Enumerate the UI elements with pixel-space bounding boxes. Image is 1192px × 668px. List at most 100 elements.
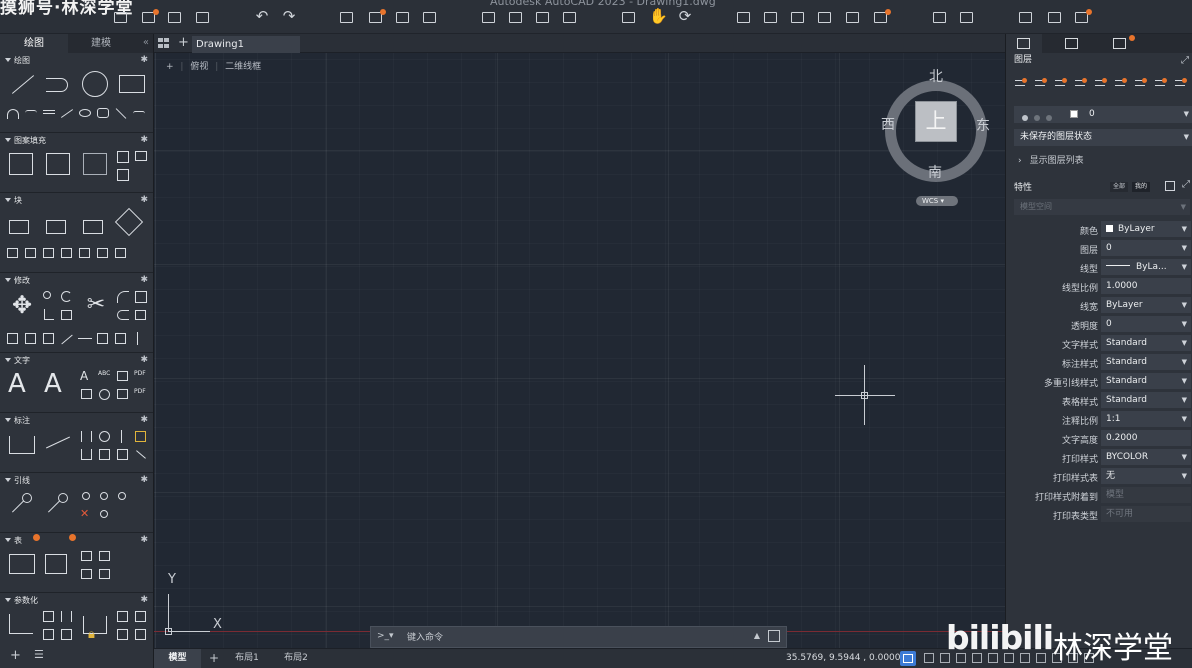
tab-modeling[interactable]: 建模	[68, 34, 134, 53]
tab-layers-icon[interactable]	[1006, 34, 1042, 53]
layer-tool-icon[interactable]	[736, 11, 752, 25]
layer-match-icon[interactable]	[1115, 78, 1127, 88]
block-tool-icon[interactable]	[763, 11, 779, 25]
leader-tool-4-icon[interactable]	[98, 508, 112, 522]
compass-south[interactable]: 南	[928, 162, 942, 182]
lock-icon[interactable]: 🔒︎	[88, 628, 102, 642]
fillet-icon[interactable]	[116, 290, 130, 304]
viewport-menu[interactable]: +	[166, 62, 174, 72]
block-tool-1-icon[interactable]	[6, 246, 20, 260]
param-tool-5-icon[interactable]	[42, 628, 56, 642]
share-icon[interactable]	[768, 630, 780, 642]
modify-tool-5-icon[interactable]	[78, 332, 92, 346]
orbit-icon[interactable]: ⟳	[677, 9, 693, 24]
dim-tool-2-icon[interactable]	[98, 430, 112, 444]
group-tool-icon[interactable]	[817, 11, 833, 25]
save-as-icon[interactable]	[195, 11, 211, 25]
command-input[interactable]	[407, 630, 747, 645]
property-value[interactable]: 无 ▼	[1101, 468, 1191, 484]
tab-layout2[interactable]: 布局2	[276, 649, 316, 668]
wcs-menu[interactable]: WCS ▾	[916, 196, 958, 206]
drawing-area[interactable]: + Drawing1 + | 俯视 | 二维线框 上 北 南 西 东 WCS ▾…	[154, 34, 1005, 668]
import-icon[interactable]	[481, 11, 497, 25]
wipeout-icon[interactable]	[134, 150, 148, 164]
tab-draw[interactable]: 绘图	[0, 34, 68, 53]
spellcheck-icon[interactable]: ABC	[98, 370, 112, 384]
batch-plot-icon[interactable]	[368, 9, 386, 25]
xline-icon[interactable]	[114, 106, 128, 120]
gear-icon[interactable]: ✱	[140, 273, 148, 288]
param-tool-8-icon[interactable]	[134, 628, 148, 642]
gear-icon[interactable]: ✱	[140, 473, 148, 488]
dim-tool-3-icon[interactable]	[116, 430, 130, 444]
arc-icon[interactable]	[6, 106, 20, 120]
leader-tool-1-icon[interactable]	[80, 490, 94, 504]
etransmit-icon[interactable]	[562, 11, 578, 25]
find-text-icon[interactable]: PDF	[134, 370, 148, 384]
pin-icon[interactable]: ⤢	[1181, 53, 1189, 68]
param-tool-7-icon[interactable]	[116, 628, 130, 642]
multiline-icon[interactable]	[42, 106, 56, 120]
section-header-block[interactable]: 块 ✱	[0, 193, 153, 208]
property-value[interactable]: ByLayer ▼	[1101, 297, 1191, 313]
dim-tool-1-icon[interactable]	[80, 430, 94, 444]
mtext-icon[interactable]: A	[8, 370, 36, 398]
block-tool-4-icon[interactable]	[60, 246, 74, 260]
property-value[interactable]: ByLayer ▼	[1101, 221, 1191, 237]
layer-merge-icon[interactable]	[1155, 78, 1167, 88]
section-header-leader[interactable]: 引线 ✱	[0, 473, 153, 488]
show-layer-list[interactable]: › 显示图层列表	[1018, 153, 1084, 166]
attach-icon[interactable]	[959, 11, 975, 25]
xref-icon[interactable]	[932, 11, 948, 25]
edit-leader-icon[interactable]	[44, 492, 72, 518]
gear-icon[interactable]: ✱	[140, 53, 148, 68]
app-store-icon[interactable]	[1047, 11, 1063, 25]
circle-icon[interactable]	[81, 70, 109, 97]
stretch-icon[interactable]	[60, 308, 74, 322]
leader-tool-3-icon[interactable]	[116, 490, 130, 504]
table-edit-icon[interactable]	[44, 552, 72, 578]
copy-icon[interactable]	[42, 290, 56, 304]
modify-tool-3-icon[interactable]	[42, 332, 56, 346]
measure-tool-icon[interactable]	[845, 11, 861, 25]
model-grid[interactable]	[154, 53, 1005, 648]
coordinates-readout[interactable]: 35.5769, 9.5944 , 0.0000	[786, 653, 901, 663]
property-value[interactable]: BYCOLOR ▼	[1101, 449, 1191, 465]
modify-tool-4-icon[interactable]	[60, 332, 74, 346]
layer-previous-icon[interactable]	[1135, 78, 1147, 88]
text-style-icon[interactable]	[116, 370, 130, 384]
filter-mine-button[interactable]: 我的	[1132, 182, 1151, 192]
dim-tool-7-icon[interactable]	[116, 448, 130, 462]
section-header-draw[interactable]: 绘图 ✱	[0, 53, 153, 68]
share-icon[interactable]	[535, 11, 551, 25]
snap-icon[interactable]	[924, 653, 934, 663]
tab-layout1[interactable]: 布局1	[227, 649, 267, 668]
spline-icon[interactable]	[24, 106, 38, 120]
table-tool-2-icon[interactable]	[98, 550, 112, 564]
param-tool-2-icon[interactable]	[60, 610, 74, 624]
boundary-icon[interactable]	[82, 152, 110, 178]
geometric-constraint-icon[interactable]	[8, 612, 36, 638]
collapse-icon[interactable]: «	[143, 37, 149, 48]
property-value[interactable]: 0 ▼	[1101, 240, 1191, 256]
linear-dim-icon[interactable]	[8, 432, 36, 458]
param-tool-4-icon[interactable]	[134, 610, 148, 624]
gear-icon[interactable]: ✱	[140, 133, 148, 148]
layer-state-dropdown[interactable]: 未保存的图层状态 ▼	[1014, 129, 1192, 146]
redo-icon[interactable]: ↷	[281, 9, 297, 24]
single-text-icon[interactable]: A	[80, 370, 94, 384]
dim-tool-6-icon[interactable]	[98, 448, 112, 462]
layer-freeze-icon[interactable]	[1075, 78, 1087, 88]
view-top[interactable]: 俯视	[190, 62, 208, 72]
modify-tool-7-icon[interactable]	[114, 332, 128, 346]
gear-icon[interactable]: ✱	[140, 353, 148, 368]
text-tool-1-icon[interactable]	[80, 388, 94, 402]
ray-icon[interactable]	[60, 106, 74, 120]
command-prompt-icon[interactable]: >_▾	[377, 631, 394, 641]
section-header-table[interactable]: 表 ✱	[0, 533, 153, 548]
multileader-icon[interactable]	[8, 492, 36, 518]
array-icon[interactable]	[134, 290, 148, 304]
move-icon[interactable]: ✥	[8, 292, 36, 318]
plot-preview-icon[interactable]	[395, 11, 411, 25]
gear-icon[interactable]: ✱	[140, 533, 148, 548]
